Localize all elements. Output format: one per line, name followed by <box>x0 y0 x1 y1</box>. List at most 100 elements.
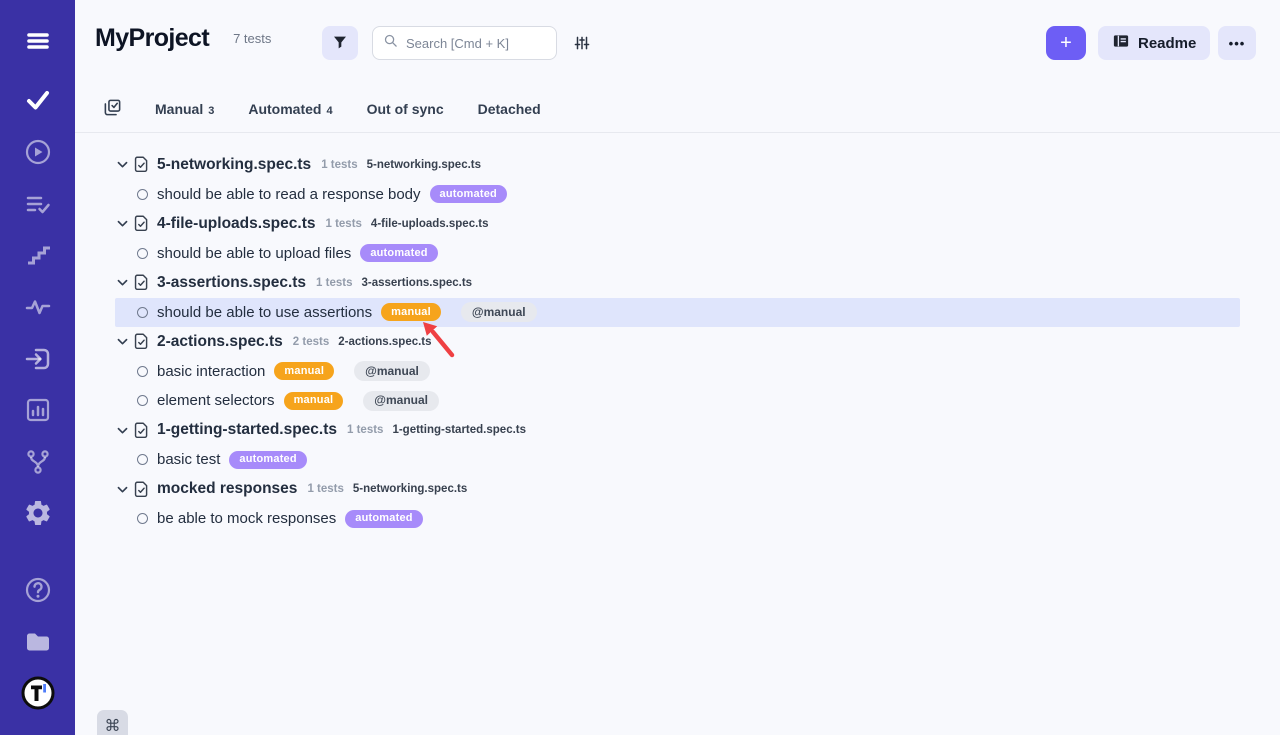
group-file: 5-networking.spec.ts <box>367 159 481 171</box>
add-button[interactable]: + <box>1046 26 1086 60</box>
test-status-circle-icon <box>137 189 148 200</box>
group-count: 1 tests <box>316 277 352 289</box>
sidebar-item-branches[interactable] <box>0 446 75 483</box>
funnel-icon <box>332 34 348 53</box>
group-name[interactable]: 2-actions.spec.ts <box>157 333 283 351</box>
menu-button[interactable] <box>0 25 75 62</box>
sliders-icon <box>573 40 591 55</box>
test-tag[interactable]: @manual <box>461 302 537 322</box>
sidebar-item-import[interactable] <box>0 343 75 380</box>
readme-button[interactable]: Readme <box>1098 26 1210 60</box>
spec-group-row[interactable]: mocked responses 1 tests 5-networking.sp… <box>115 475 1240 505</box>
test-tag[interactable]: @manual <box>363 391 439 411</box>
test-title[interactable]: basic interaction <box>157 363 265 380</box>
sidebar-item-help[interactable] <box>0 574 75 611</box>
sidebar-item-results[interactable] <box>0 188 75 225</box>
test-title[interactable]: be able to mock responses <box>157 510 336 527</box>
test-badge: manual <box>381 303 441 321</box>
gear-icon <box>23 498 53 533</box>
test-row[interactable]: be able to mock responses automated <box>115 504 1240 534</box>
search-box[interactable] <box>372 26 557 60</box>
group-name[interactable]: mocked responses <box>157 480 297 498</box>
group-count: 1 tests <box>325 218 361 230</box>
test-tree: 5-networking.spec.ts 1 tests 5-networkin… <box>75 133 1280 534</box>
group-name[interactable]: 4-file-uploads.spec.ts <box>157 215 315 233</box>
filter-button[interactable] <box>322 26 358 60</box>
sidebar-item-files[interactable] <box>0 626 75 663</box>
sidebar-item-steps[interactable] <box>0 239 75 276</box>
sidebar-item-reports[interactable] <box>0 394 75 431</box>
sidebar-item-settings[interactable] <box>0 498 75 533</box>
test-badge: automated <box>430 185 507 203</box>
view-options-button[interactable] <box>573 34 591 55</box>
test-row[interactable]: should be able to upload files automated <box>115 239 1240 269</box>
multi-select-button[interactable] <box>103 98 122 120</box>
tab[interactable]: Out of sync <box>367 101 444 117</box>
test-title[interactable]: should be able to upload files <box>157 245 351 262</box>
spec-file-icon <box>133 481 150 498</box>
test-tag[interactable]: @manual <box>354 361 430 381</box>
chevron-down-icon[interactable] <box>115 334 130 349</box>
group-file: 1-getting-started.spec.ts <box>392 424 526 436</box>
tab-count: 3 <box>208 105 214 117</box>
sign-in-icon <box>22 343 54 380</box>
cmd-key-button[interactable]: ⌘ <box>97 710 128 735</box>
spec-group-row[interactable]: 3-assertions.spec.ts 1 tests 3-assertion… <box>115 268 1240 298</box>
spec-file-icon <box>133 333 150 350</box>
tab[interactable]: Manual 3 <box>155 101 214 117</box>
sidebar-item-activity[interactable] <box>0 291 75 328</box>
group-count: 1 tests <box>347 424 383 436</box>
search-icon <box>383 33 398 53</box>
tab[interactable]: Detached <box>478 101 541 117</box>
list-check-icon <box>22 188 54 225</box>
sidebar-item-runs[interactable] <box>0 136 75 173</box>
group-file: 2-actions.spec.ts <box>338 336 431 348</box>
search-input[interactable] <box>406 36 546 51</box>
test-status-circle-icon <box>137 366 148 377</box>
test-row[interactable]: should be able to read a response body a… <box>115 180 1240 210</box>
test-row[interactable]: basic test automated <box>115 445 1240 475</box>
test-title[interactable]: basic test <box>157 451 220 468</box>
group-name[interactable]: 5-networking.spec.ts <box>157 156 311 174</box>
tab-label: Manual <box>155 101 203 117</box>
spec-group-row[interactable]: 5-networking.spec.ts 1 tests 5-networkin… <box>115 150 1240 180</box>
test-row[interactable]: basic interaction manual @manual <box>115 357 1240 387</box>
group-file: 5-networking.spec.ts <box>353 483 467 495</box>
chevron-down-icon[interactable] <box>115 216 130 231</box>
chevron-down-icon[interactable] <box>115 275 130 290</box>
spec-file-icon <box>133 215 150 232</box>
test-title[interactable]: should be able to use assertions <box>157 304 372 321</box>
bar-chart-icon <box>22 394 54 431</box>
test-status-circle-icon <box>137 248 148 259</box>
spec-group-row[interactable]: 2-actions.spec.ts 2 tests 2-actions.spec… <box>115 327 1240 357</box>
group-name[interactable]: 3-assertions.spec.ts <box>157 274 306 292</box>
more-button[interactable]: ••• <box>1218 26 1256 60</box>
multi-select-icon <box>103 98 122 120</box>
test-row[interactable]: should be able to use assertions manual … <box>115 298 1240 328</box>
tab-count: 4 <box>326 105 332 117</box>
chevron-down-icon[interactable] <box>115 482 130 497</box>
readme-label: Readme <box>1138 35 1196 52</box>
tabs: Manual 3 Automated 4 Out of sync Detache… <box>155 101 541 117</box>
spec-group-row[interactable]: 4-file-uploads.spec.ts 1 tests 4-file-up… <box>115 209 1240 239</box>
tab-label: Out of sync <box>367 101 444 117</box>
spec-group-row[interactable]: 1-getting-started.spec.ts 1 tests 1-gett… <box>115 416 1240 446</box>
check-icon <box>22 84 54 121</box>
test-title[interactable]: element selectors <box>157 392 275 409</box>
sidebar-item-tests[interactable] <box>0 84 75 121</box>
test-badge: manual <box>284 392 344 410</box>
group-name[interactable]: 1-getting-started.spec.ts <box>157 421 337 439</box>
chevron-down-icon[interactable] <box>115 423 130 438</box>
test-row[interactable]: element selectors manual @manual <box>115 386 1240 416</box>
tab-label: Automated <box>248 101 321 117</box>
tab[interactable]: Automated 4 <box>248 101 332 117</box>
test-status-circle-icon <box>137 307 148 318</box>
tab-label: Detached <box>478 101 541 117</box>
app-logo[interactable] <box>0 675 75 716</box>
hamburger-icon <box>22 25 54 62</box>
test-status-circle-icon <box>137 454 148 465</box>
page-title: MyProject <box>95 24 209 53</box>
test-title[interactable]: should be able to read a response body <box>157 186 421 203</box>
chevron-down-icon[interactable] <box>115 157 130 172</box>
header: MyProject 7 tests + Readme ••• <box>75 0 1280 86</box>
